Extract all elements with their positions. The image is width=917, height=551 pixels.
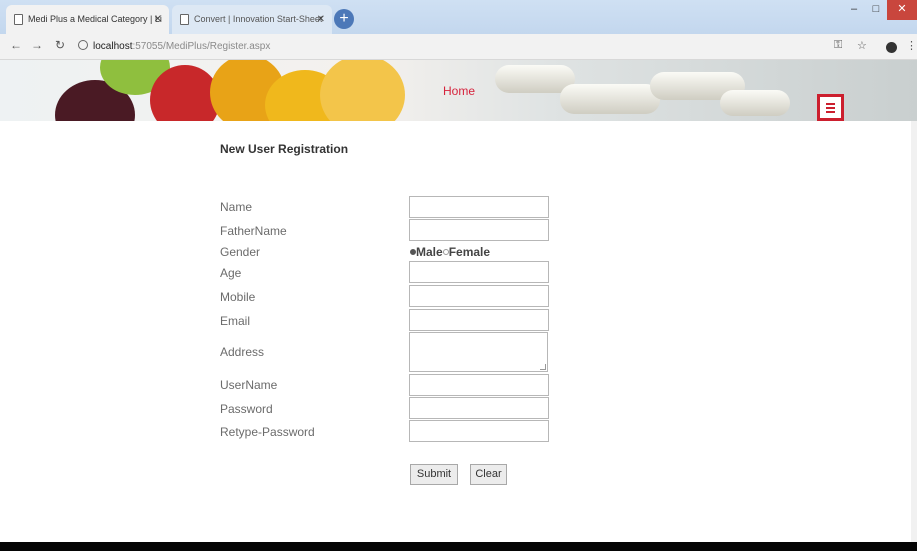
password-label: Password: [220, 402, 273, 416]
new-tab-button[interactable]: +: [334, 9, 354, 29]
window-controls: – □ ✕: [843, 0, 917, 20]
form-title: New User Registration: [220, 142, 349, 156]
close-tab-icon[interactable]: ✕: [317, 5, 325, 34]
forward-icon[interactable]: →: [29, 38, 45, 52]
mobile-label: Mobile: [220, 290, 256, 304]
address-textarea[interactable]: [409, 332, 548, 372]
address-label: Address: [220, 345, 265, 359]
banner-image-pill: [720, 90, 790, 116]
retype-password-field[interactable]: [409, 420, 549, 442]
age-field[interactable]: [409, 261, 549, 283]
menu-dots-icon[interactable]: ⋮: [906, 39, 917, 52]
close-tab-icon[interactable]: ✕: [154, 5, 162, 34]
username-field[interactable]: [409, 374, 549, 396]
email-label: Email: [220, 314, 251, 328]
url-field[interactable]: localhost:57055/MediPlus/Register.aspx: [78, 38, 818, 56]
mobile-field[interactable]: [409, 285, 549, 307]
reload-icon[interactable]: ↻: [52, 38, 68, 52]
maximize-button[interactable]: □: [865, 0, 887, 20]
header-banner: Home: [0, 60, 917, 121]
retype-password-label: Retype-Password: [220, 425, 315, 439]
site-info-icon[interactable]: [78, 40, 88, 50]
fathername-label: FatherName: [220, 224, 287, 238]
tab-title: Convert | Innovation Start-Sheet: [194, 14, 323, 24]
resize-grip-icon[interactable]: [540, 364, 546, 370]
browser-tab-strip: Medi Plus a Medical Category | Li ✕ Conv…: [0, 0, 917, 34]
gender-female-label[interactable]: Female: [449, 245, 490, 259]
profile-avatar[interactable]: [886, 42, 897, 53]
page-footer: [0, 542, 917, 551]
gender-male-label[interactable]: Male: [416, 245, 443, 259]
password-field[interactable]: [409, 397, 549, 419]
gender-radio-group: Male Female: [410, 245, 490, 259]
hamburger-line: [826, 107, 835, 109]
fathername-field[interactable]: [409, 219, 549, 241]
page-icon: [180, 14, 189, 25]
hamburger-menu-button[interactable]: [817, 94, 844, 121]
bookmark-star-icon[interactable]: ☆: [857, 39, 867, 52]
page-icon: [14, 14, 23, 25]
url-path: :57055/MediPlus/Register.aspx: [132, 41, 271, 52]
banner-image-pill: [560, 84, 660, 114]
gender-label: Gender: [220, 245, 261, 259]
key-icon[interactable]: ⚿: [834, 39, 842, 52]
age-label: Age: [220, 266, 242, 280]
clear-button[interactable]: Clear: [470, 464, 507, 485]
window-close-button[interactable]: ✕: [887, 0, 917, 20]
tab-title: Medi Plus a Medical Category | Li: [28, 14, 162, 24]
hamburger-line: [826, 103, 835, 105]
username-label: UserName: [220, 378, 278, 392]
banner-image-fruit: [320, 60, 405, 121]
address-bar: ← → ↻ localhost:57055/MediPlus/Register.…: [0, 34, 917, 60]
page-scrollbar[interactable]: [911, 121, 917, 542]
url-host: localhost: [93, 41, 133, 52]
name-field[interactable]: [409, 196, 549, 218]
submit-button[interactable]: Submit: [410, 464, 458, 485]
nav-home-link[interactable]: Home: [443, 84, 475, 98]
email-field[interactable]: [409, 309, 549, 331]
name-label: Name: [220, 200, 253, 214]
back-icon[interactable]: ←: [8, 38, 24, 52]
tab-inactive[interactable]: Convert | Innovation Start-Sheet ✕: [172, 5, 332, 34]
tab-active[interactable]: Medi Plus a Medical Category | Li ✕: [6, 5, 169, 34]
minimize-button[interactable]: –: [843, 0, 865, 20]
hamburger-line: [826, 111, 835, 113]
